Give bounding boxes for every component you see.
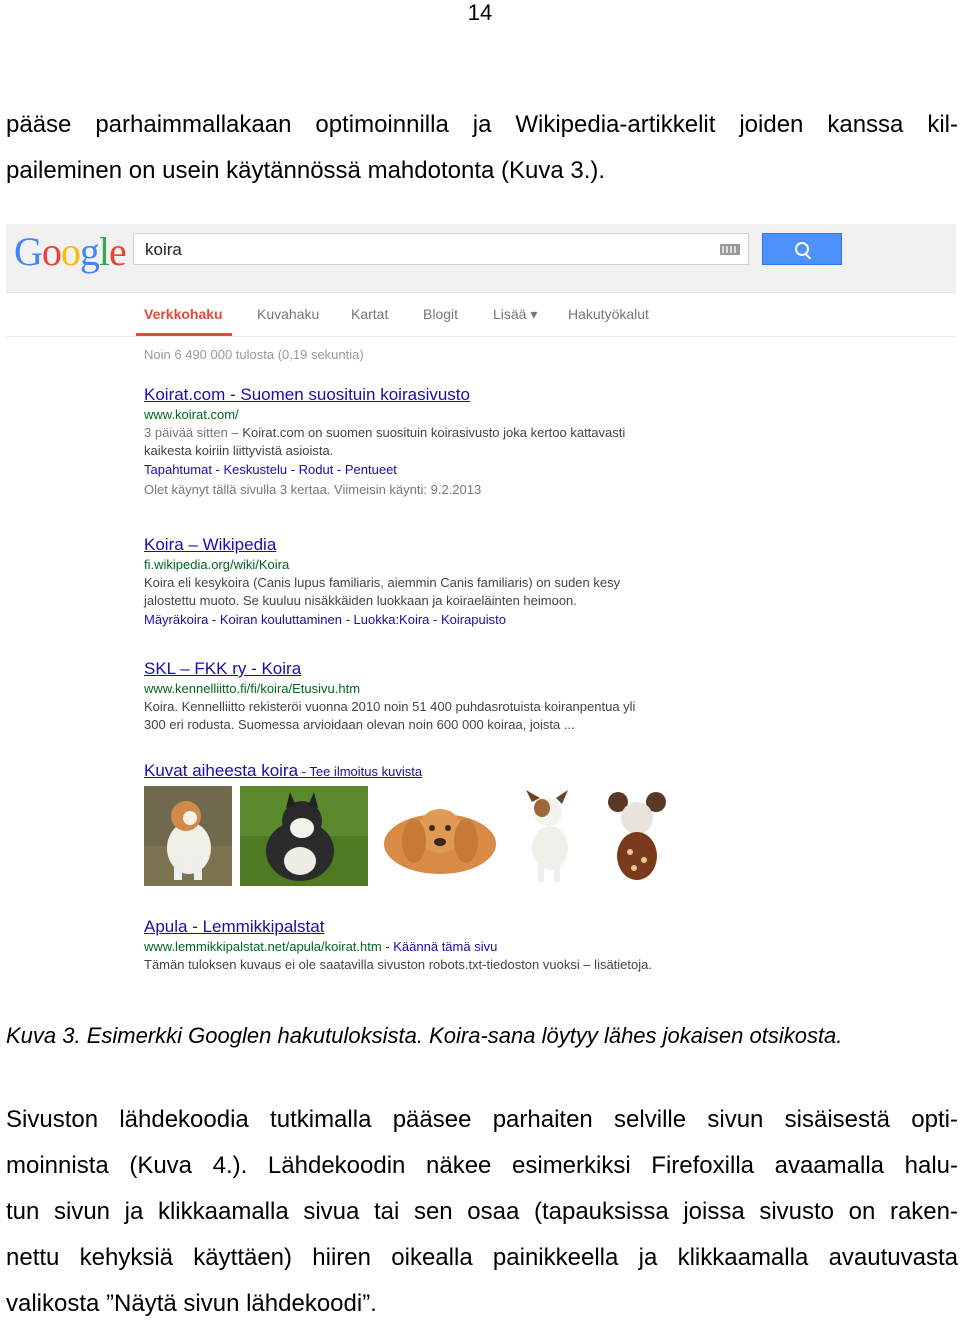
tab-hakutyokalut[interactable]: Hakutyökalut — [568, 306, 649, 322]
tab-kuvahaku[interactable]: Kuvahaku — [257, 306, 319, 322]
search-result: SKL – FKK ry - Koira www.kennelliitto.fi… — [144, 658, 744, 734]
keyboard-icon[interactable] — [720, 244, 740, 255]
result-snippet: Koira. Kennelliitto rekisteröi vuonna 20… — [144, 699, 636, 714]
result-title-link[interactable]: Apula - Lemmikkipalstat — [144, 916, 744, 938]
result-url: www.lemmikkipalstat.net/apula/koirat.htm — [144, 939, 382, 954]
result-snippet: kaikesta koiriin liittyvistä asioista. — [144, 443, 334, 458]
logo-letter: g — [79, 229, 100, 274]
logo-letter: e — [109, 229, 127, 274]
search-result: Apula - Lemmikkipalstat www.lemmikkipals… — [144, 916, 744, 974]
dog-icon — [378, 786, 502, 886]
visit-note: Olet käynyt tällä sivulla 3 kertaa. Viim… — [144, 482, 482, 497]
google-logo[interactable]: Google — [14, 228, 127, 275]
paragraph-line: nettu kehyksiä käyttäen) hiiren oikealla… — [6, 1244, 958, 1271]
image-results: Kuvat aiheesta koira - Tee ilmoitus kuvi… — [144, 760, 744, 783]
tab-kartat[interactable]: Kartat — [351, 306, 388, 322]
paragraph-line: valikosta ”Näytä sivun lähdekoodi”. — [6, 1290, 377, 1317]
result-snippet: Koira eli kesykoira (Canis lupus familia… — [144, 575, 621, 590]
tab-lisaa[interactable]: Lisää ▾ — [493, 306, 537, 323]
result-title-link[interactable]: Koirat.com - Suomen suosituin koirasivus… — [144, 384, 744, 406]
search-result: Koira – Wikipedia fi.wikipedia.org/wiki/… — [144, 534, 744, 630]
result-snippet: 3 päivää sitten – Koirat.com on suomen s… — [144, 424, 744, 442]
translate-link[interactable]: - Käännä tämä sivu — [382, 939, 497, 954]
result-snippet-text: Koirat.com on suomen suosituin koirasivu… — [242, 425, 626, 440]
search-query: koira — [145, 240, 182, 259]
search-input[interactable]: koira — [133, 233, 749, 265]
search-button[interactable] — [762, 233, 842, 265]
tab-blogit[interactable]: Blogit — [423, 306, 458, 322]
paragraph-line: Sivuston lähdekoodia tutkimalla pääsee p… — [6, 1106, 958, 1133]
dog-icon — [512, 786, 582, 886]
dog-icon — [240, 786, 368, 886]
result-stats: Noin 6 490 000 tulosta (0,19 sekuntia) — [144, 347, 364, 362]
search-tabs: Verkkohaku Kuvahaku Kartat Blogit Lisää … — [6, 292, 956, 337]
image-results-link[interactable]: Kuvat aiheesta koira — [144, 761, 298, 780]
paragraph-line: paileminen on usein käytännössä mahdoton… — [6, 157, 606, 184]
result-url: www.kennelliitto.fi/fi/koira/Etusivu.htm — [144, 681, 361, 696]
result-url: www.koirat.com/ — [144, 407, 239, 422]
image-strip — [144, 786, 744, 886]
tab-verkkohaku[interactable]: Verkkohaku — [144, 306, 223, 322]
dog-thumbnail[interactable] — [144, 786, 232, 886]
search-header: Google koira — [6, 224, 956, 293]
report-images-link[interactable]: - Tee ilmoitus kuvista — [298, 764, 422, 779]
result-snippet: 300 eri rodusta. Suomessa arvioidaan ole… — [144, 717, 575, 732]
result-snippet: Tämän tuloksen kuvaus ei ole saatavilla … — [144, 957, 652, 972]
logo-letter: o — [41, 229, 62, 274]
dog-thumbnail[interactable] — [604, 786, 670, 886]
paragraph-intro: pääse parhaimmallakaan optimoinnilla ja … — [6, 102, 958, 194]
result-url: fi.wikipedia.org/wiki/Koira — [144, 557, 290, 572]
google-search-screenshot: Google koira Verkkohaku Kuvahaku Kartat … — [6, 224, 956, 986]
figure-caption: Kuva 3. Esimerkki Googlen hakutuloksista… — [6, 1023, 843, 1048]
result-title-link[interactable]: SKL – FKK ry - Koira — [144, 658, 744, 680]
paragraph-line: pääse parhaimmallakaan optimoinnilla ja … — [6, 111, 958, 138]
paragraph-line: moinnista (Kuva 4.). Lähdekoodin näkee e… — [6, 1152, 958, 1179]
logo-letter: o — [60, 229, 81, 274]
image-results-title: Kuvat aiheesta koira - Tee ilmoitus kuvi… — [144, 760, 744, 783]
dog-icon — [604, 786, 670, 886]
result-date: 3 päivää sitten – — [144, 425, 243, 440]
logo-letter: G — [14, 229, 43, 274]
search-result: Koirat.com - Suomen suosituin koirasivus… — [144, 384, 744, 500]
dog-thumbnail[interactable] — [240, 786, 368, 886]
result-snippet: jalostettu muoto. Se kuuluu nisäkkäiden … — [144, 593, 577, 608]
paragraph-line: tun sivun ja klikkaamalla sivua tai sen … — [6, 1198, 958, 1225]
logo-letter: l — [98, 229, 110, 274]
dog-thumbnail[interactable] — [512, 786, 582, 886]
dog-icon — [144, 786, 232, 886]
page-number: 14 — [467, 0, 493, 25]
active-tab-indicator — [136, 333, 232, 336]
result-title-link[interactable]: Koira – Wikipedia — [144, 534, 744, 556]
result-sitelinks[interactable]: Mäyräkoira - Koiran kouluttaminen - Luok… — [144, 610, 744, 630]
result-url-line: www.lemmikkipalstat.net/apula/koirat.htm… — [144, 938, 744, 956]
paragraph-body: Sivuston lähdekoodia tutkimalla pääsee p… — [6, 1097, 958, 1327]
result-sitelinks[interactable]: Tapahtumat - Keskustelu - Rodut - Pentue… — [144, 460, 744, 480]
search-icon — [795, 242, 809, 256]
dog-thumbnail[interactable] — [378, 786, 502, 886]
